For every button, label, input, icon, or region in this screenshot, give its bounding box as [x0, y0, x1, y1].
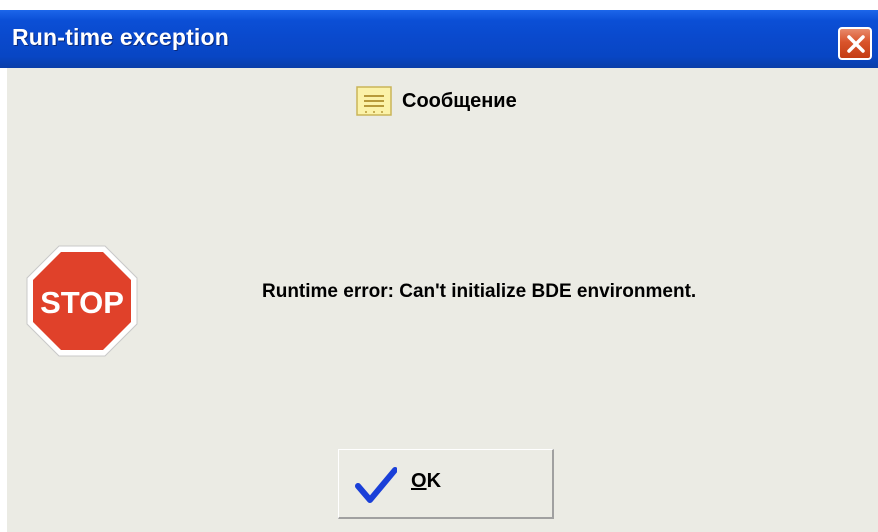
ok-button-label: OK [411, 470, 441, 493]
message-header-label: Сообщение [402, 89, 517, 112]
dialog-body: Сообщение STOP Runtime error: Can't init… [7, 68, 878, 532]
window-title: Run-time exception [12, 24, 230, 50]
ok-mnemonic: O [411, 470, 427, 492]
close-icon [847, 35, 865, 53]
message-header: Сообщение [356, 84, 517, 118]
checkmark-icon [355, 467, 397, 503]
ok-label-rest: K [426, 470, 442, 492]
stop-icon: STOP [26, 245, 138, 357]
close-button[interactable] [838, 27, 872, 60]
title-bar[interactable]: Run-time exception [0, 10, 878, 68]
message-icon [356, 86, 392, 116]
error-message: Runtime error: Can't initialize BDE envi… [262, 281, 697, 302]
stop-icon-text: STOP [40, 285, 124, 320]
dialog-window: Run-time exception Сообщение STOP Runtim… [0, 0, 878, 532]
ok-button[interactable]: OK [338, 449, 554, 519]
